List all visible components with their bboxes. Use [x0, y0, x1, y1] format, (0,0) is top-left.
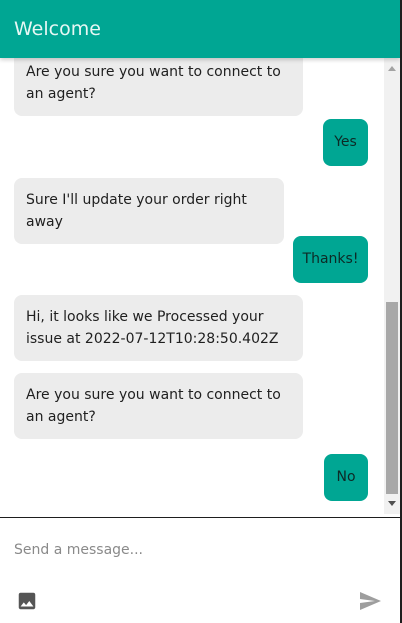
bot-message: Are you sure you want to connect to an a… [14, 58, 303, 116]
scroll-down-arrow-icon[interactable] [388, 501, 396, 506]
scrollbar-thumb[interactable] [386, 302, 398, 494]
user-message: Thanks! [293, 236, 368, 283]
composer-divider [0, 517, 400, 518]
scrollbar[interactable] [384, 58, 400, 514]
message-list: Are you sure you want to connect to an a… [0, 58, 384, 514]
user-message: Yes [323, 119, 368, 166]
header-title: Welcome [14, 18, 101, 40]
message-input[interactable] [14, 537, 374, 563]
bot-message: Sure I'll update your order right away [14, 178, 284, 244]
scroll-up-arrow-icon[interactable] [388, 66, 396, 71]
bot-message: Are you sure you want to connect to an a… [14, 373, 303, 439]
send-icon[interactable] [357, 589, 383, 613]
image-icon[interactable] [16, 590, 38, 612]
user-message: No [324, 454, 368, 501]
chat-header: Welcome [0, 0, 400, 58]
bot-message: Hi, it looks like we Processed your issu… [14, 295, 303, 361]
